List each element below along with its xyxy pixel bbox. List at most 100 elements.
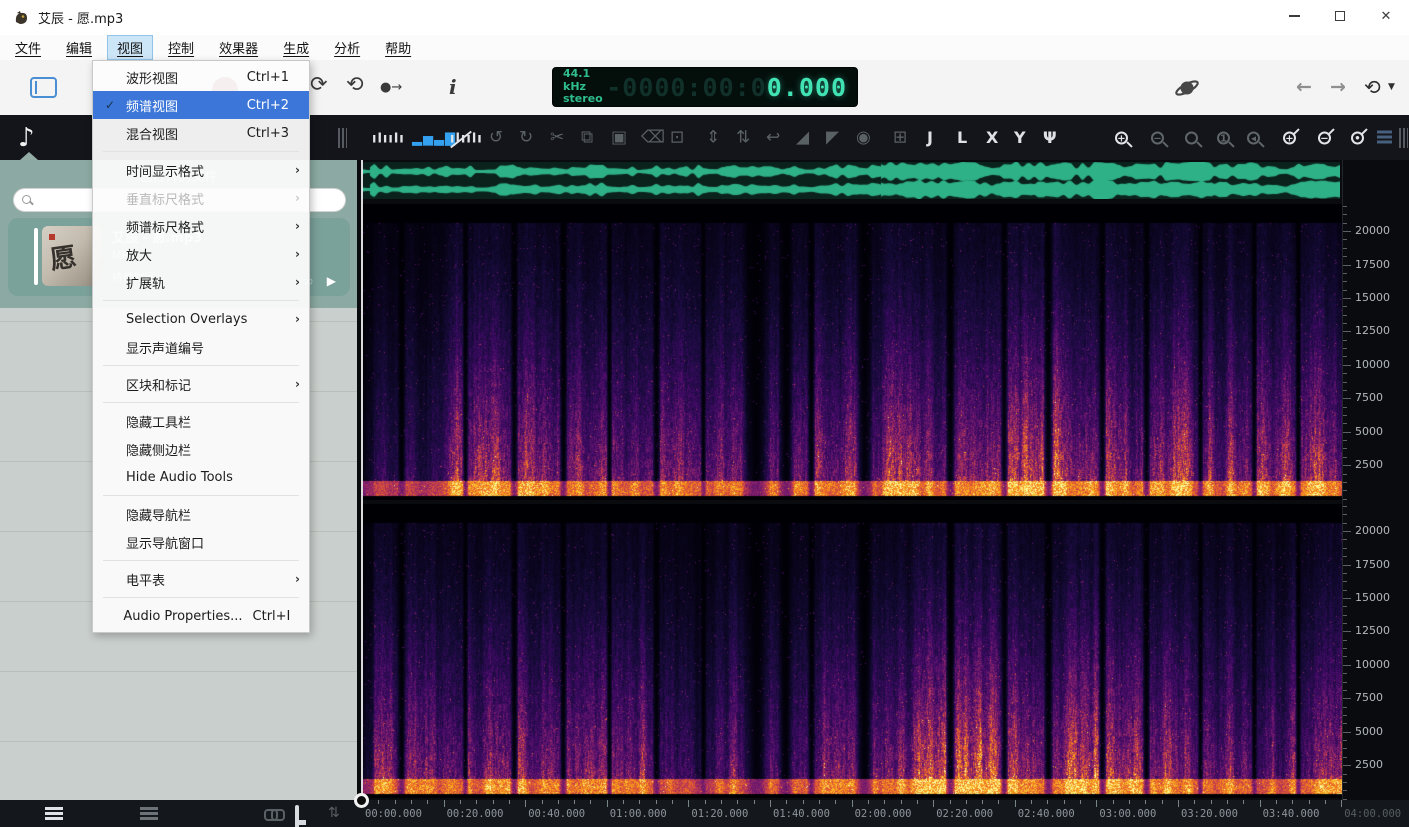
menubar-item-generate[interactable]: 生成 — [273, 35, 319, 60]
mixed-view-icon[interactable]: ılıılı — [450, 129, 483, 146]
play-from-marker-icon[interactable]: ●→ — [380, 80, 402, 95]
time-tick-minor — [395, 800, 396, 804]
crossfade-icon[interactable]: X — [986, 130, 998, 146]
menu-item-show-channel-numbers[interactable]: 显示声道编号 › — [93, 333, 309, 361]
freq-tick — [1343, 581, 1347, 582]
navigate-back-icon[interactable]: ← — [1296, 76, 1312, 98]
history-caret-icon[interactable]: ▼ — [1388, 82, 1395, 92]
freq-tick — [1343, 298, 1351, 299]
track-levels-icon[interactable] — [1377, 130, 1392, 145]
info-icon[interactable]: i — [449, 75, 457, 99]
delete-icon[interactable]: ⌫ — [641, 129, 665, 146]
grip-handle[interactable] — [1399, 128, 1408, 148]
menu-item-vertical-ruler-format[interactable]: 垂直标尺格式 › — [93, 184, 309, 212]
time-tick-minor — [1325, 800, 1326, 804]
menu-item-hide-toolbar[interactable]: 隐藏工具栏 › — [93, 407, 309, 435]
paste-icon[interactable]: ▣ — [611, 129, 627, 146]
vertical-zoom-out-icon[interactable]: − — [1318, 131, 1331, 144]
freq-label: 2500 — [1355, 458, 1383, 471]
time-tick — [1015, 800, 1016, 807]
time-tick-minor — [950, 800, 951, 804]
menu-item-level-meter[interactable]: 电平表 › — [93, 565, 309, 593]
playhead-marker[interactable] — [354, 793, 369, 808]
menu-item-separator: › — [93, 147, 309, 156]
menu-item-audio-properties[interactable]: Audio Properties... Ctrl+I › — [93, 602, 309, 630]
preview-icon[interactable] — [1174, 75, 1200, 101]
menu-item-spectral-view[interactable]: ✓ 频谱视图 Ctrl+2 › — [93, 91, 309, 119]
minimize-button[interactable] — [1271, 0, 1317, 32]
fade-in-icon[interactable]: ◢ — [796, 129, 809, 146]
freq-label: 10000 — [1355, 658, 1390, 671]
reverse-icon[interactable]: ↩ — [766, 129, 780, 146]
time-tick-minor — [672, 800, 673, 804]
preview-panel-icon[interactable] — [295, 805, 299, 827]
maximize-button[interactable] — [1317, 0, 1363, 32]
menu-item-hide-audio-tools[interactable]: Hide Audio Tools › — [93, 463, 309, 491]
menubar-item-edit[interactable]: 编辑 — [56, 35, 102, 60]
waveform-overview[interactable] — [362, 162, 1340, 199]
menubar-item-help[interactable]: 帮助 — [375, 35, 421, 60]
freq-tick — [1343, 598, 1351, 599]
menu-item-hide-navbar[interactable]: 隐藏导航栏 › — [93, 500, 309, 528]
vertical-zoom-reset-icon[interactable]: • — [1351, 131, 1364, 144]
menubar-item-analyze[interactable]: 分析 — [324, 35, 370, 60]
merge-y-icon[interactable]: Ψ — [1043, 130, 1057, 146]
menubar-item-control[interactable]: 控制 — [158, 35, 204, 60]
fade-out-icon[interactable]: ◤ — [826, 129, 839, 146]
freq-tick — [1343, 265, 1351, 266]
menu-item-hide-sidebar[interactable]: 隐藏侧边栏 › — [93, 435, 309, 463]
menu-item-zoom[interactable]: 放大 › — [93, 240, 309, 268]
sort-icon[interactable]: ⇅ — [328, 807, 340, 820]
menu-item-show-nav-window[interactable]: 显示导航窗口 › — [93, 528, 309, 556]
menu-item-selection-overlays[interactable]: Selection Overlays › — [93, 305, 309, 333]
menu-item-mixed-view[interactable]: 混合视图 Ctrl+3 › — [93, 119, 309, 147]
grip-handle[interactable] — [338, 128, 347, 148]
zoom-back-icon[interactable]: ◂ — [1247, 131, 1260, 144]
menubar-item-view[interactable]: 视图 — [107, 35, 153, 60]
close-button[interactable]: ✕ — [1363, 0, 1409, 32]
split-icon[interactable]: ⇅ — [736, 129, 750, 146]
list-compact-icon[interactable] — [140, 807, 158, 820]
frequency-ruler[interactable]: 2000017500150001250010000750050002500200… — [1342, 160, 1409, 800]
spectrogram-left-channel[interactable] — [362, 204, 1342, 500]
menu-item-time-display-format[interactable]: 时间显示格式 › — [93, 156, 309, 184]
menu-item-expand-track[interactable]: 扩展轨 › — [93, 268, 309, 296]
time-tick-minor — [966, 800, 967, 804]
loop-icon[interactable]: ⟳ — [310, 74, 328, 95]
time-tick-minor — [803, 800, 804, 804]
spectrogram-right-channel[interactable] — [362, 504, 1342, 798]
copy-icon[interactable]: ⧉ — [581, 129, 593, 146]
crop-icon[interactable]: ⊡ — [670, 129, 684, 146]
freq-tick — [1343, 723, 1347, 724]
sidebar-toggle-button[interactable] — [30, 77, 57, 98]
zoom-one-icon[interactable]: 1 — [1217, 131, 1230, 144]
playhead-line[interactable] — [361, 160, 363, 800]
duplicate-icon[interactable]: ⊞ — [893, 129, 907, 146]
menu-item-blocks-and-markers[interactable]: 区块和标记 › — [93, 370, 309, 398]
menubar-item-effects[interactable]: 效果器 — [209, 35, 268, 60]
amplitude-icon[interactable]: ⇕ — [706, 129, 720, 146]
redo-icon[interactable]: ↻ — [519, 129, 533, 146]
zoom-selection-icon[interactable] — [1185, 131, 1198, 144]
waveform-view-icon[interactable]: ılıılı — [372, 129, 405, 146]
split-y-icon[interactable]: Y — [1014, 130, 1026, 146]
freq-tick — [1343, 765, 1351, 766]
zoom-in-icon[interactable]: + — [1115, 131, 1128, 144]
freq-label: 12500 — [1355, 624, 1390, 637]
menu-item-waveform-view[interactable]: 波形视图 Ctrl+1 › — [93, 63, 309, 91]
menu-item-spectral-ruler-format[interactable]: 频谱标尺格式 › — [93, 212, 309, 240]
timeline-ruler[interactable]: 00:00.00000:20.00000:40.00001:00.00001:2… — [357, 800, 1409, 827]
vertical-zoom-in-icon[interactable]: + — [1283, 131, 1296, 144]
file-play-icon[interactable]: ▶ — [327, 274, 336, 288]
navigate-forward-icon[interactable]: → — [1330, 76, 1346, 98]
zoom-out-icon[interactable]: − — [1151, 131, 1164, 144]
cut-icon[interactable]: ✂ — [550, 129, 564, 146]
undo-icon[interactable]: ↺ — [489, 129, 503, 146]
history-icon[interactable]: ⟲ — [1364, 75, 1381, 99]
connect-j-curve-icon[interactable]: J — [927, 130, 933, 146]
list-detailed-icon[interactable] — [45, 807, 63, 820]
menubar-item-file[interactable]: 文件 — [5, 35, 51, 60]
connect-l-curve-icon[interactable]: L — [957, 130, 967, 146]
gain-icon[interactable]: ◉ — [856, 129, 871, 146]
loop-single-icon[interactable]: ⟲ — [346, 74, 364, 95]
